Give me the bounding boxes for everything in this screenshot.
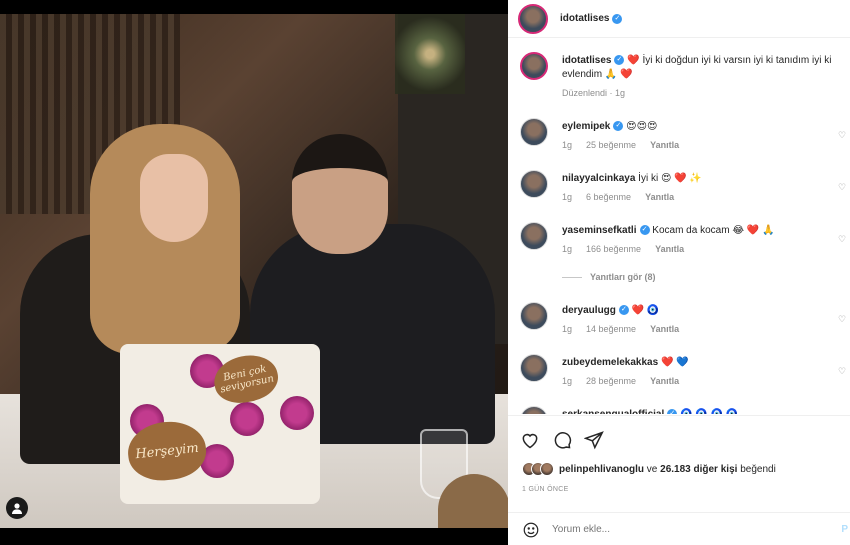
verified-badge-icon: ✓	[639, 225, 650, 236]
likes-count[interactable]: 26.183 diğer kişi	[660, 464, 737, 475]
post-actions: pelinpehlivanoglu ve 26.183 diğer kişi b…	[508, 415, 850, 545]
comment-username[interactable]: eylemipek	[562, 121, 610, 132]
post-comment-button[interactable]: P	[841, 524, 848, 535]
verified-badge-icon: ✓	[613, 121, 624, 132]
author-avatar[interactable]	[520, 52, 548, 80]
man-head	[292, 134, 388, 254]
comment-username[interactable]: deryaulugg	[562, 305, 616, 316]
orchid-flower	[280, 396, 314, 430]
commenter-avatar[interactable]	[520, 170, 548, 198]
woman-face	[140, 154, 208, 242]
comments-list[interactable]: idotatlises ✓ ❤️ İyi ki doğdun iyi ki var…	[508, 44, 850, 414]
likes-summary[interactable]: pelinpehlivanoglu ve 26.183 diğer kişi b…	[522, 462, 776, 476]
like-comment-heart-icon[interactable]: ♡	[838, 314, 848, 324]
view-replies-button[interactable]: Yanıtları gör (8)	[562, 272, 656, 282]
post-date: 1 GÜN ÖNCE	[522, 486, 569, 493]
commenter-avatar[interactable]	[520, 222, 548, 250]
likes-suffix: beğendi	[740, 463, 776, 475]
comment-time: 1g	[562, 324, 573, 334]
reply-button[interactable]: Yanıtla	[650, 324, 679, 334]
verified-badge-icon: ✓	[667, 409, 678, 414]
author-avatar[interactable]	[518, 3, 548, 34]
background-tree	[395, 14, 465, 94]
author-username[interactable]: idotatlises	[560, 13, 609, 24]
comment-text: ❤️ 🧿	[631, 305, 660, 316]
commenter-avatar[interactable]	[520, 354, 548, 382]
like-comment-heart-icon[interactable]: ♡	[838, 130, 848, 140]
comment-time: 1g	[562, 376, 573, 386]
comment-text: Kocam da kocam 😂 ❤️ 🙏	[652, 225, 775, 236]
commenter-avatar[interactable]	[520, 302, 548, 330]
share-icon[interactable]	[584, 430, 604, 450]
comment-likes[interactable]: 166 beğenme	[586, 244, 641, 254]
like-comment-heart-icon[interactable]: ♡	[838, 234, 848, 244]
comment-text: İyi ki 😍 ❤️ ✨	[638, 173, 702, 184]
replies-divider	[562, 276, 582, 278]
comment-likes[interactable]: 25 beğenme	[586, 140, 636, 150]
likes-connector: ve	[646, 463, 658, 475]
post-media[interactable]: Herşeyim Beni çok seviyorsun	[0, 0, 508, 545]
caption-edited: Düzenlendi · 1g	[562, 88, 626, 98]
comment-username[interactable]: zubeydemelekakkas	[562, 357, 658, 368]
reply-button[interactable]: Yanıtla	[650, 376, 679, 386]
comment-likes[interactable]: 28 beğenme	[586, 376, 636, 386]
verified-badge-icon: ✓	[618, 305, 629, 316]
orchid-flower	[230, 402, 264, 436]
comment-username[interactable]: yaseminsefkatli	[562, 225, 637, 236]
like-comment-heart-icon[interactable]: ♡	[838, 366, 848, 376]
comment-username[interactable]: nilayyalcinkaya	[562, 173, 635, 184]
emoji-icon[interactable]	[522, 521, 540, 539]
comment-text: ❤️ 💙	[660, 357, 689, 368]
comment-text: 🧿 🧿 🧿 🧿	[680, 409, 738, 414]
post-photo[interactable]: Herşeyim Beni çok seviyorsun	[0, 14, 508, 528]
comment-likes[interactable]: 6 beğenme	[586, 192, 631, 202]
user-icon	[12, 503, 22, 514]
commenter-avatar[interactable]	[520, 118, 548, 146]
comment-input[interactable]	[552, 524, 822, 535]
liker-username[interactable]: pelinpehlivanoglu	[559, 464, 644, 475]
like-comment-heart-icon[interactable]: ♡	[838, 182, 848, 192]
caption-username[interactable]: idotatlises	[562, 55, 611, 66]
post-header: idotatlises ✓	[508, 0, 850, 38]
post-sidebar: idotatlises ✓ idotatlises ✓ ❤️ İyi ki doğ…	[508, 0, 850, 545]
comment-username[interactable]: serkansenqualofficial	[562, 409, 664, 414]
verified-badge-icon: ✓	[612, 13, 623, 24]
liker-avatar	[540, 462, 554, 476]
verified-badge-icon: ✓	[614, 55, 625, 66]
reply-button[interactable]: Yanıtla	[650, 140, 679, 150]
comment-icon[interactable]	[552, 430, 572, 450]
reply-button[interactable]: Yanıtla	[645, 192, 674, 202]
heart-icon[interactable]	[520, 430, 540, 450]
comment-time: 1g	[562, 244, 573, 254]
add-comment-bar: P	[508, 512, 850, 545]
view-replies-label: Yanıtları gör (8)	[590, 272, 656, 282]
reply-button[interactable]: Yanıtla	[655, 244, 684, 254]
comment-text: 😍😍😍	[626, 121, 658, 132]
comment-time: 1g	[562, 140, 573, 150]
comment-time: 1g	[562, 192, 573, 202]
tagged-users-button[interactable]	[6, 497, 28, 519]
comment-likes[interactable]: 14 beğenme	[586, 324, 636, 334]
commenter-avatar[interactable]	[520, 406, 548, 414]
